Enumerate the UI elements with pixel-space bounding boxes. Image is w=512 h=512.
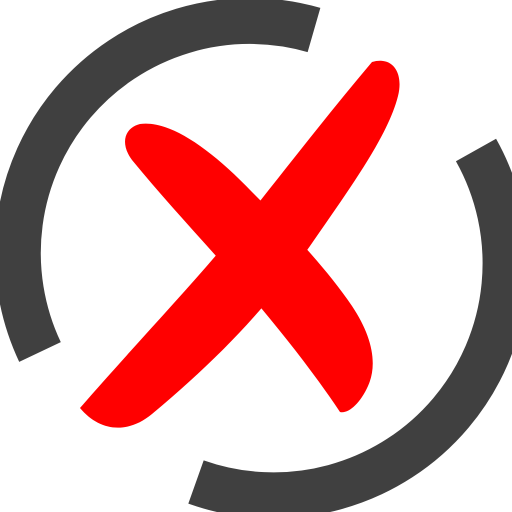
icon-canvas (0, 0, 512, 512)
cancel-x-icon (0, 0, 512, 512)
x-mark-icon (80, 60, 400, 428)
